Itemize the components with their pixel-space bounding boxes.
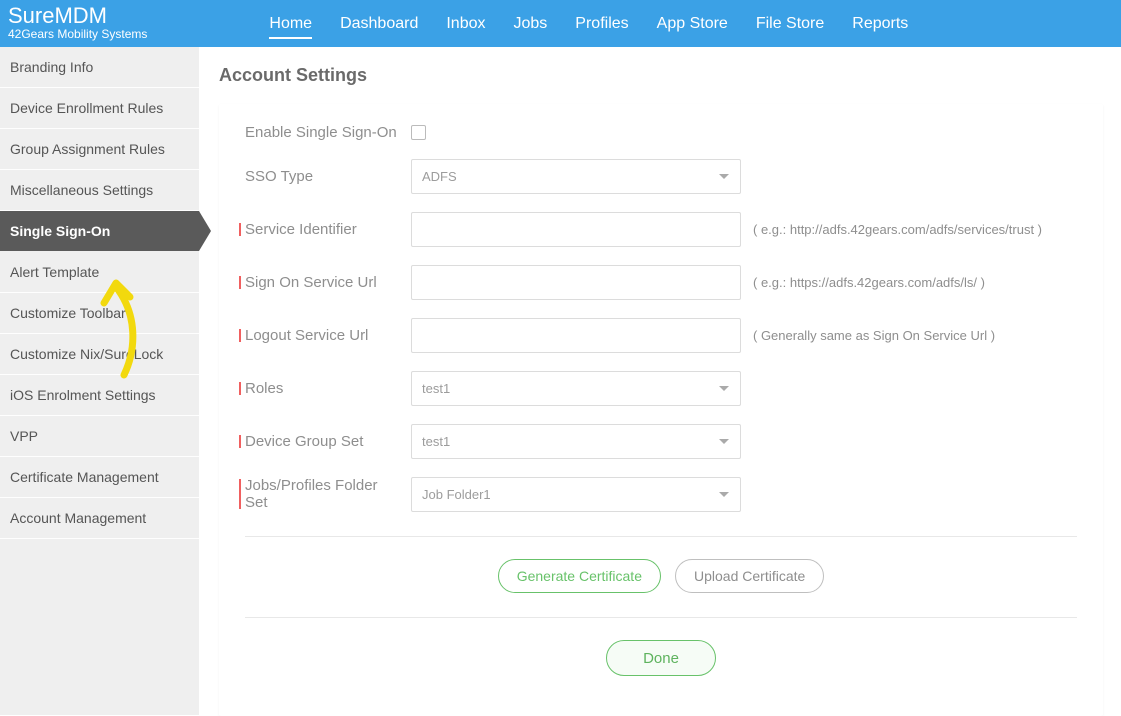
select-sso-type[interactable]: ADFS: [411, 159, 741, 194]
select-roles[interactable]: test1: [411, 371, 741, 406]
label-service-identifier: Service Identifier: [245, 221, 411, 238]
row-logout-url: Logout Service Url ( Generally same as S…: [245, 318, 1077, 353]
input-service-identifier[interactable]: [411, 212, 741, 247]
sidebar-item-vpp[interactable]: VPP: [0, 416, 199, 457]
content: Account Settings Enable Single Sign-On S…: [199, 47, 1121, 715]
brand: SureMDM 42Gears Mobility Systems: [8, 5, 147, 41]
nav-dashboard[interactable]: Dashboard: [326, 0, 432, 47]
sidebar-item-branding-info[interactable]: Branding Info: [0, 47, 199, 88]
row-enable-sso: Enable Single Sign-On: [245, 124, 1077, 141]
page-title: Account Settings: [219, 65, 1121, 86]
main-nav: Home Dashboard Inbox Jobs Profiles App S…: [255, 0, 922, 47]
generate-certificate-button[interactable]: Generate Certificate: [498, 559, 661, 593]
upload-certificate-button[interactable]: Upload Certificate: [675, 559, 824, 593]
label-logout-url: Logout Service Url: [245, 327, 411, 344]
label-enable-sso: Enable Single Sign-On: [245, 124, 411, 141]
sidebar-item-ios-enrolment-settings[interactable]: iOS Enrolment Settings: [0, 375, 199, 416]
label-device-group-set: Device Group Set: [245, 433, 411, 450]
brand-tagline: 42Gears Mobility Systems: [8, 27, 147, 41]
hint-sign-on-url: ( e.g.: https://adfs.42gears.com/adfs/ls…: [753, 275, 985, 290]
nav-app-store[interactable]: App Store: [643, 0, 742, 47]
row-sign-on-url: Sign On Service Url ( e.g.: https://adfs…: [245, 265, 1077, 300]
sidebar-item-single-sign-on[interactable]: Single Sign-On: [0, 211, 199, 252]
select-device-group-set[interactable]: test1: [411, 424, 741, 459]
label-roles: Roles: [245, 380, 411, 397]
divider: [245, 617, 1077, 618]
hint-service-identifier: ( e.g.: http://adfs.42gears.com/adfs/ser…: [753, 222, 1042, 237]
label-sign-on-url: Sign On Service Url: [245, 274, 411, 291]
brand-name: SureMDM: [8, 5, 147, 27]
nav-home[interactable]: Home: [255, 0, 326, 47]
sidebar-item-device-enrollment-rules[interactable]: Device Enrollment Rules: [0, 88, 199, 129]
sidebar-item-certificate-management[interactable]: Certificate Management: [0, 457, 199, 498]
nav-inbox[interactable]: Inbox: [432, 0, 499, 47]
nav-profiles[interactable]: Profiles: [561, 0, 642, 47]
app-header: SureMDM 42Gears Mobility Systems Home Da…: [0, 0, 1121, 47]
row-jobs-folder-set: Jobs/Profiles Folder Set Job Folder1: [245, 477, 1077, 512]
row-sso-type: SSO Type ADFS: [245, 159, 1077, 194]
sidebar-item-account-management[interactable]: Account Management: [0, 498, 199, 539]
hint-logout-url: ( Generally same as Sign On Service Url …: [753, 328, 995, 343]
sidebar-item-miscellaneous-settings[interactable]: Miscellaneous Settings: [0, 170, 199, 211]
input-logout-url[interactable]: [411, 318, 741, 353]
row-device-group-set: Device Group Set test1: [245, 424, 1077, 459]
sidebar-item-group-assignment-rules[interactable]: Group Assignment Rules: [0, 129, 199, 170]
select-jobs-folder-set[interactable]: Job Folder1: [411, 477, 741, 512]
row-roles: Roles test1: [245, 371, 1077, 406]
row-service-identifier: Service Identifier ( e.g.: http://adfs.4…: [245, 212, 1077, 247]
sso-settings-card: Enable Single Sign-On SSO Type ADFS Serv…: [219, 104, 1103, 716]
layout: Branding Info Device Enrollment Rules Gr…: [0, 47, 1121, 715]
divider: [245, 536, 1077, 537]
done-button[interactable]: Done: [606, 640, 716, 676]
input-sign-on-url[interactable]: [411, 265, 741, 300]
label-jobs-folder-set: Jobs/Profiles Folder Set: [245, 477, 411, 511]
nav-file-store[interactable]: File Store: [742, 0, 838, 47]
settings-sidebar: Branding Info Device Enrollment Rules Gr…: [0, 47, 199, 715]
sidebar-item-customize-toolbar[interactable]: Customize Toolbar: [0, 293, 199, 334]
certificate-buttons: Generate Certificate Upload Certificate: [245, 559, 1077, 593]
label-sso-type: SSO Type: [245, 168, 411, 185]
sidebar-item-customize-nix-surelock[interactable]: Customize Nix/SureLock: [0, 334, 199, 375]
nav-reports[interactable]: Reports: [838, 0, 922, 47]
nav-jobs[interactable]: Jobs: [500, 0, 562, 47]
checkbox-enable-sso[interactable]: [411, 125, 426, 140]
sidebar-item-alert-template[interactable]: Alert Template: [0, 252, 199, 293]
